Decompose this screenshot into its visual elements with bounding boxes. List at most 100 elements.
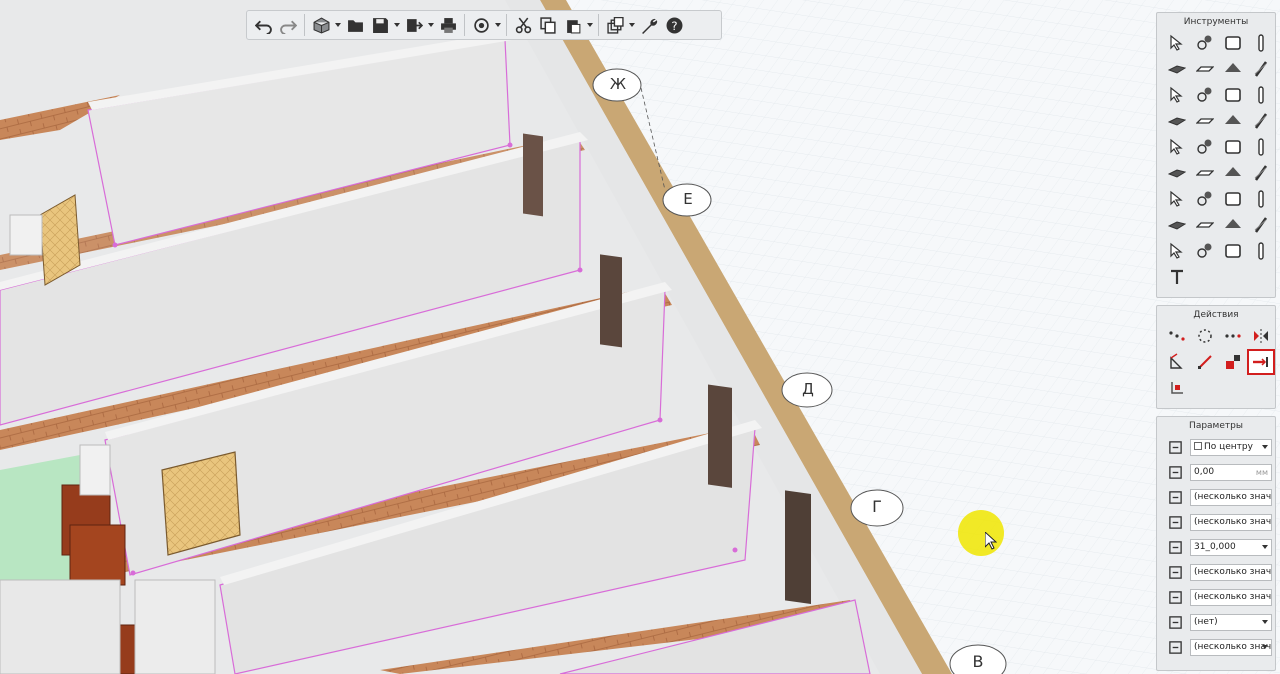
scale-action-button[interactable]: [1192, 350, 1218, 374]
furniture-tool-button[interactable]: [1220, 109, 1246, 133]
save-dropdown[interactable]: [393, 13, 401, 37]
text-tool-button[interactable]: [1164, 265, 1190, 289]
export-button[interactable]: [402, 13, 426, 37]
stretch-action-button[interactable]: [1247, 349, 1275, 375]
elevation-tool-button[interactable]: [1164, 213, 1190, 237]
stretch-action-icon: [1253, 357, 1268, 367]
pipe-tool-button[interactable]: [1248, 213, 1274, 237]
param-field[interactable]: (несколько значений): [1190, 564, 1272, 581]
material-icon: [1165, 538, 1185, 558]
zone-tool-icon: [1225, 192, 1241, 206]
navigation-button[interactable]: [469, 13, 493, 37]
param-field[interactable]: (нет): [1190, 614, 1272, 631]
view-tool-button[interactable]: [1192, 213, 1218, 237]
hatch-tool-button[interactable]: [1192, 239, 1218, 263]
undo-button[interactable]: [251, 13, 275, 37]
room-tool-icon: [1170, 190, 1183, 207]
door-tool-button[interactable]: [1220, 83, 1246, 107]
3d-viewport[interactable]: Ж Е Д Г В: [0, 0, 1280, 674]
beam-tool-icon: [1168, 65, 1186, 74]
param-field[interactable]: (несколько значений): [1190, 589, 1272, 606]
slab-tool-button[interactable]: [1220, 31, 1246, 55]
window-tool-button[interactable]: [1248, 83, 1274, 107]
wall-tool-button[interactable]: [1192, 57, 1218, 81]
settings-button[interactable]: [637, 13, 661, 37]
param-field[interactable]: (несколько значений): [1190, 489, 1272, 506]
profile-tool-icon: [1197, 87, 1212, 102]
railing-tool-button[interactable]: [1248, 57, 1274, 81]
area-tool-button[interactable]: [1192, 187, 1218, 211]
accessory-tool-button[interactable]: [1248, 135, 1274, 159]
equipment-tool-button[interactable]: [1192, 135, 1218, 159]
layers-dropdown[interactable]: [628, 13, 636, 37]
mirror-action-button[interactable]: [1248, 324, 1274, 348]
label-tool-button[interactable]: [1248, 187, 1274, 211]
rotate-action-button[interactable]: [1192, 324, 1218, 348]
help-button[interactable]: ?: [662, 13, 686, 37]
svg-text:?: ?: [671, 18, 677, 32]
param-value: (несколько значений): [1194, 642, 1272, 652]
stair-tool-icon: [1168, 117, 1186, 126]
orbit-icon: [473, 17, 489, 33]
plumbing-tool-button[interactable]: [1164, 135, 1190, 159]
save-button[interactable]: [368, 13, 392, 37]
print-button[interactable]: [436, 13, 460, 37]
camera-tool-button[interactable]: [1220, 213, 1246, 237]
copy-button[interactable]: [536, 13, 560, 37]
select-tool-button[interactable]: [1164, 31, 1190, 55]
column-tool-button[interactable]: [1248, 31, 1274, 55]
delete-action-button[interactable]: [1220, 350, 1246, 374]
section-tool-button[interactable]: [1248, 161, 1274, 185]
region-tool-button[interactable]: [1164, 239, 1190, 263]
axis-label-d: Д: [802, 380, 814, 398]
paste-button[interactable]: [561, 13, 585, 37]
param-field[interactable]: 0,00 мм: [1190, 464, 1272, 481]
scale-action-icon: [1198, 355, 1212, 369]
array-action-button[interactable]: [1220, 324, 1246, 348]
param-field[interactable]: 31_0,000: [1190, 539, 1272, 556]
niche-tool-button[interactable]: [1248, 109, 1274, 133]
grid-tool-button[interactable]: [1164, 161, 1190, 185]
paste-dropdown[interactable]: [586, 13, 594, 37]
roof-tool-icon: [1225, 63, 1241, 72]
level-tool-button[interactable]: [1220, 161, 1246, 185]
dropdown-arrow-icon[interactable]: [1262, 445, 1268, 449]
param-row: (несколько значений): [1157, 635, 1275, 660]
3d-view-button[interactable]: [309, 13, 333, 37]
dropdown-arrow-icon[interactable]: [1262, 620, 1268, 624]
copy-action-button[interactable]: [1164, 350, 1190, 374]
mouse-cursor-icon: [985, 532, 997, 550]
cut-button[interactable]: [511, 13, 535, 37]
profile-tool-button[interactable]: [1192, 83, 1218, 107]
opening-tool-button[interactable]: [1164, 83, 1190, 107]
dropdown-arrow-icon[interactable]: [1262, 645, 1268, 649]
stair-tool-button[interactable]: [1164, 109, 1190, 133]
room-tool-button[interactable]: [1164, 187, 1190, 211]
furniture-tool-icon: [1225, 115, 1241, 124]
param-field[interactable]: (несколько значений): [1190, 514, 1272, 531]
param-field[interactable]: (несколько значений): [1190, 639, 1272, 656]
layers-button[interactable]: [603, 13, 627, 37]
lighting-tool-button[interactable]: [1220, 135, 1246, 159]
params-panel-title: Параметры: [1189, 421, 1243, 431]
line-tool-button[interactable]: [1192, 109, 1218, 133]
door-tool-icon: [1225, 88, 1241, 102]
dropdown-arrow-icon[interactable]: [1262, 545, 1268, 549]
dimension-tool-button[interactable]: [1192, 161, 1218, 185]
circle-tool-button[interactable]: [1248, 239, 1274, 263]
slab-tool-icon: [1225, 36, 1241, 50]
param-field[interactable]: По центру: [1190, 439, 1272, 456]
multi-select-tool-button[interactable]: [1192, 31, 1218, 55]
roof-tool-button[interactable]: [1220, 57, 1246, 81]
beam-tool-button[interactable]: [1164, 57, 1190, 81]
attach-action-button[interactable]: [1164, 376, 1190, 400]
3d-view-dropdown[interactable]: [334, 13, 342, 37]
trim-tool-button[interactable]: [1220, 239, 1246, 263]
navigation-dropdown[interactable]: [494, 13, 502, 37]
open-button[interactable]: [343, 13, 367, 37]
zone-tool-button[interactable]: [1220, 187, 1246, 211]
dimension-tool-icon: [1196, 170, 1214, 176]
move-action-button[interactable]: [1164, 324, 1190, 348]
export-dropdown[interactable]: [427, 13, 435, 37]
redo-button[interactable]: [276, 13, 300, 37]
